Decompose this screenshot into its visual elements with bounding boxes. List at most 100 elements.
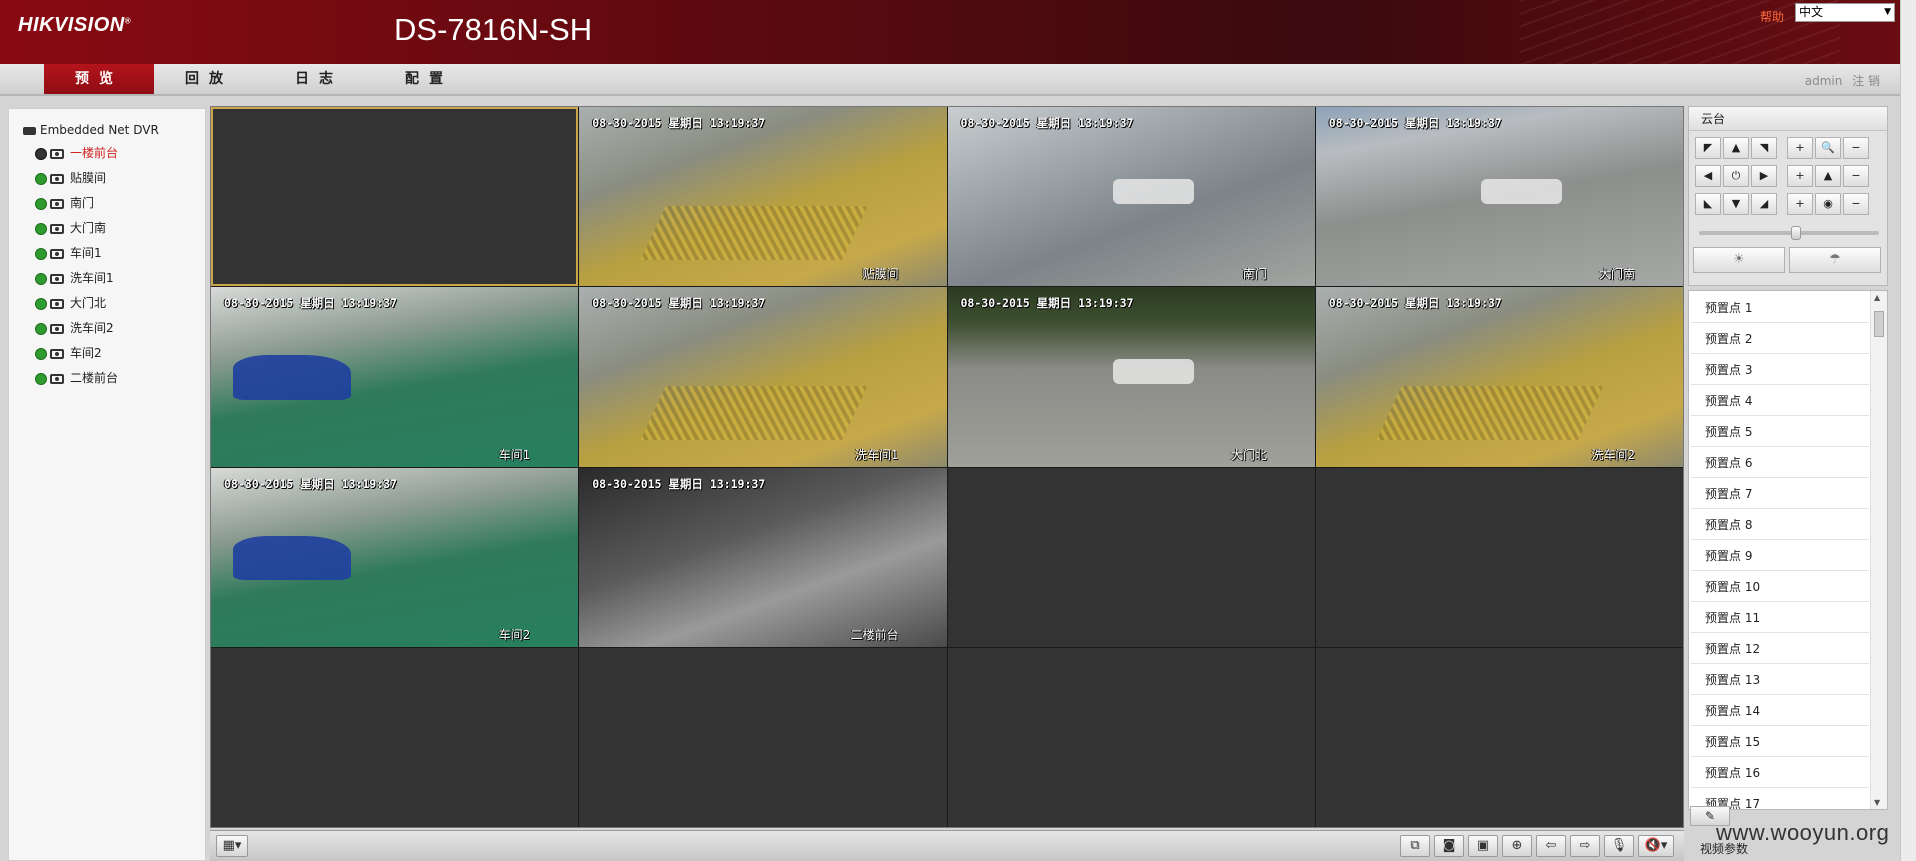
zoom-out-button[interactable]: − (1843, 137, 1869, 159)
video-window[interactable] (211, 647, 579, 827)
play-status-icon[interactable] (35, 347, 47, 360)
tree-channel-item[interactable]: 洗车间2 (35, 318, 114, 338)
play-status-icon[interactable] (35, 147, 47, 160)
ptz-left-button[interactable]: ◀ (1695, 165, 1721, 187)
video-window[interactable]: 08-30-2015 星期日 13:19:37 大门南 (1315, 107, 1683, 287)
ptz-up-left-button[interactable]: ◤ (1695, 137, 1721, 159)
preset-item[interactable]: 预置点 3 (1691, 355, 1869, 385)
ptz-down-left-button[interactable]: ◣ (1695, 193, 1721, 215)
play-status-icon[interactable] (35, 172, 47, 185)
video-window[interactable] (211, 107, 579, 287)
ptz-up-right-button[interactable]: ◥ (1751, 137, 1777, 159)
record-button[interactable]: ▣ (1468, 835, 1498, 857)
video-window[interactable]: 08-30-2015 星期日 13:19:37 车间2 (211, 467, 579, 647)
layout-grid-button[interactable]: ▦▾ (216, 835, 248, 857)
arrow-up-left-icon: ◤ (1703, 141, 1713, 154)
preset-item[interactable]: 预置点 4 (1691, 386, 1869, 416)
prev-page-button[interactable]: ⇦ (1536, 835, 1566, 857)
digital-zoom-button[interactable]: ⊕ (1502, 835, 1532, 857)
preset-item[interactable]: 预置点 12 (1691, 634, 1869, 664)
osd-timestamp: 08-30-2015 星期日 13:19:37 (592, 476, 766, 491)
tree-channel-item[interactable]: 大门北 (35, 293, 106, 313)
tab-preview[interactable]: 预览 (44, 64, 154, 94)
snapshot-button[interactable]: ◙ (1434, 835, 1464, 857)
bottom-toolbar: ▦▾ ⧉ ◙ ▣ ⊕ ⇦ ⇨ 🎙 🔇▾ (210, 830, 1684, 861)
slider-handle[interactable] (1791, 226, 1801, 240)
play-status-icon[interactable] (35, 272, 47, 285)
video-scene (233, 355, 351, 401)
preset-item[interactable]: 预置点 14 (1691, 696, 1869, 726)
video-window[interactable]: 08-30-2015 星期日 13:19:37 贴膜间 (579, 107, 947, 287)
iris-open-button[interactable]: + (1787, 193, 1813, 215)
video-window[interactable]: 08-30-2015 星期日 13:19:37 车间1 (211, 287, 579, 467)
ptz-right-button[interactable]: ▶ (1751, 165, 1777, 187)
stop-all-button[interactable]: ⧉ (1400, 835, 1430, 857)
play-status-icon[interactable] (35, 247, 47, 260)
wiper-button[interactable]: ☂ (1789, 247, 1881, 273)
focus-far-button[interactable]: − (1843, 165, 1869, 187)
play-status-icon[interactable] (35, 297, 47, 310)
tree-channel-item[interactable]: 车间2 (35, 343, 102, 363)
preset-item[interactable]: 预置点 6 (1691, 448, 1869, 478)
preset-item[interactable]: 预置点 9 (1691, 541, 1869, 571)
play-status-icon[interactable] (35, 372, 47, 385)
page-scrollbar[interactable] (1900, 0, 1916, 861)
play-status-icon[interactable] (35, 322, 47, 335)
ptz-down-right-button[interactable]: ◢ (1751, 193, 1777, 215)
tree-channel-item[interactable]: 大门南 (35, 218, 106, 238)
preset-item[interactable]: 预置点 13 (1691, 665, 1869, 695)
video-window[interactable] (1315, 467, 1683, 647)
language-select[interactable]: 中文 ▼ (1795, 3, 1895, 22)
next-page-button[interactable]: ⇨ (1570, 835, 1600, 857)
video-window[interactable]: 08-30-2015 星期日 13:19:37 南门 (947, 107, 1315, 287)
tree-channel-item[interactable]: 洗车间1 (35, 268, 114, 288)
preset-item[interactable]: 预置点 1 (1691, 293, 1869, 323)
zoom-in-button[interactable]: + (1787, 137, 1813, 159)
tree-channel-item[interactable]: 车间1 (35, 243, 102, 263)
tree-channel-item[interactable]: 南门 (35, 193, 94, 213)
play-status-icon[interactable] (35, 222, 47, 235)
arrow-down-right-icon: ◢ (1759, 197, 1769, 210)
tab-config[interactable]: 配置 (374, 64, 484, 94)
focus-near-button[interactable]: + (1787, 165, 1813, 187)
preset-item[interactable]: 预置点 7 (1691, 479, 1869, 509)
ptz-down-button[interactable]: ▼ (1723, 193, 1749, 215)
ptz-auto-button[interactable]: ⏻ (1723, 165, 1749, 187)
preset-item[interactable]: 预置点 15 (1691, 727, 1869, 757)
scroll-up-icon[interactable]: ▲ (1874, 293, 1880, 302)
iris-close-button[interactable]: − (1843, 193, 1869, 215)
audio-button[interactable]: 🔇▾ (1638, 835, 1674, 857)
logout-link[interactable]: 注 销 (1852, 74, 1880, 88)
video-window[interactable]: 08-30-2015 星期日 13:19:37 洗车间1 (579, 287, 947, 467)
preset-item[interactable]: 预置点 2 (1691, 324, 1869, 354)
light-button[interactable]: ☀ (1693, 247, 1785, 273)
preset-scrollbar[interactable]: ▲ ▼ (1870, 291, 1887, 809)
video-window[interactable] (947, 467, 1315, 647)
tree-channel-item[interactable]: 二楼前台 (35, 368, 118, 388)
preset-item[interactable]: 预置点 10 (1691, 572, 1869, 602)
scroll-thumb[interactable] (1874, 311, 1884, 337)
help-link[interactable]: 帮助 (1760, 8, 1784, 25)
tab-playback[interactable]: 回放 (154, 64, 264, 94)
video-window[interactable]: 08-30-2015 星期日 13:19:37 二楼前台 (579, 467, 947, 647)
video-window[interactable] (1315, 647, 1683, 827)
tree-channel-item[interactable]: 一楼前台 (35, 143, 118, 163)
tree-channel-item[interactable]: 贴膜间 (35, 168, 106, 188)
preset-item[interactable]: 预置点 11 (1691, 603, 1869, 633)
preset-item[interactable]: 预置点 16 (1691, 758, 1869, 788)
focus-label-button: ▲ (1815, 165, 1841, 187)
ptz-speed-slider[interactable] (1699, 226, 1879, 240)
video-window[interactable] (579, 647, 947, 827)
scroll-down-icon[interactable]: ▼ (1874, 798, 1880, 807)
video-window[interactable]: 08-30-2015 星期日 13:19:37 洗车间2 (1315, 287, 1683, 467)
preset-item[interactable]: 预置点 8 (1691, 510, 1869, 540)
ptz-up-button[interactable]: ▲ (1723, 137, 1749, 159)
tree-root[interactable]: Embedded Net DVR (23, 121, 159, 139)
play-status-icon[interactable] (35, 197, 47, 210)
video-window[interactable]: 08-30-2015 星期日 13:19:37 大门北 (947, 287, 1315, 467)
video-window[interactable] (947, 647, 1315, 827)
tab-log[interactable]: 日志 (264, 64, 374, 94)
chevron-down-icon: ▼ (1884, 7, 1891, 17)
talk-button[interactable]: 🎙 (1604, 835, 1634, 857)
preset-item[interactable]: 预置点 5 (1691, 417, 1869, 447)
